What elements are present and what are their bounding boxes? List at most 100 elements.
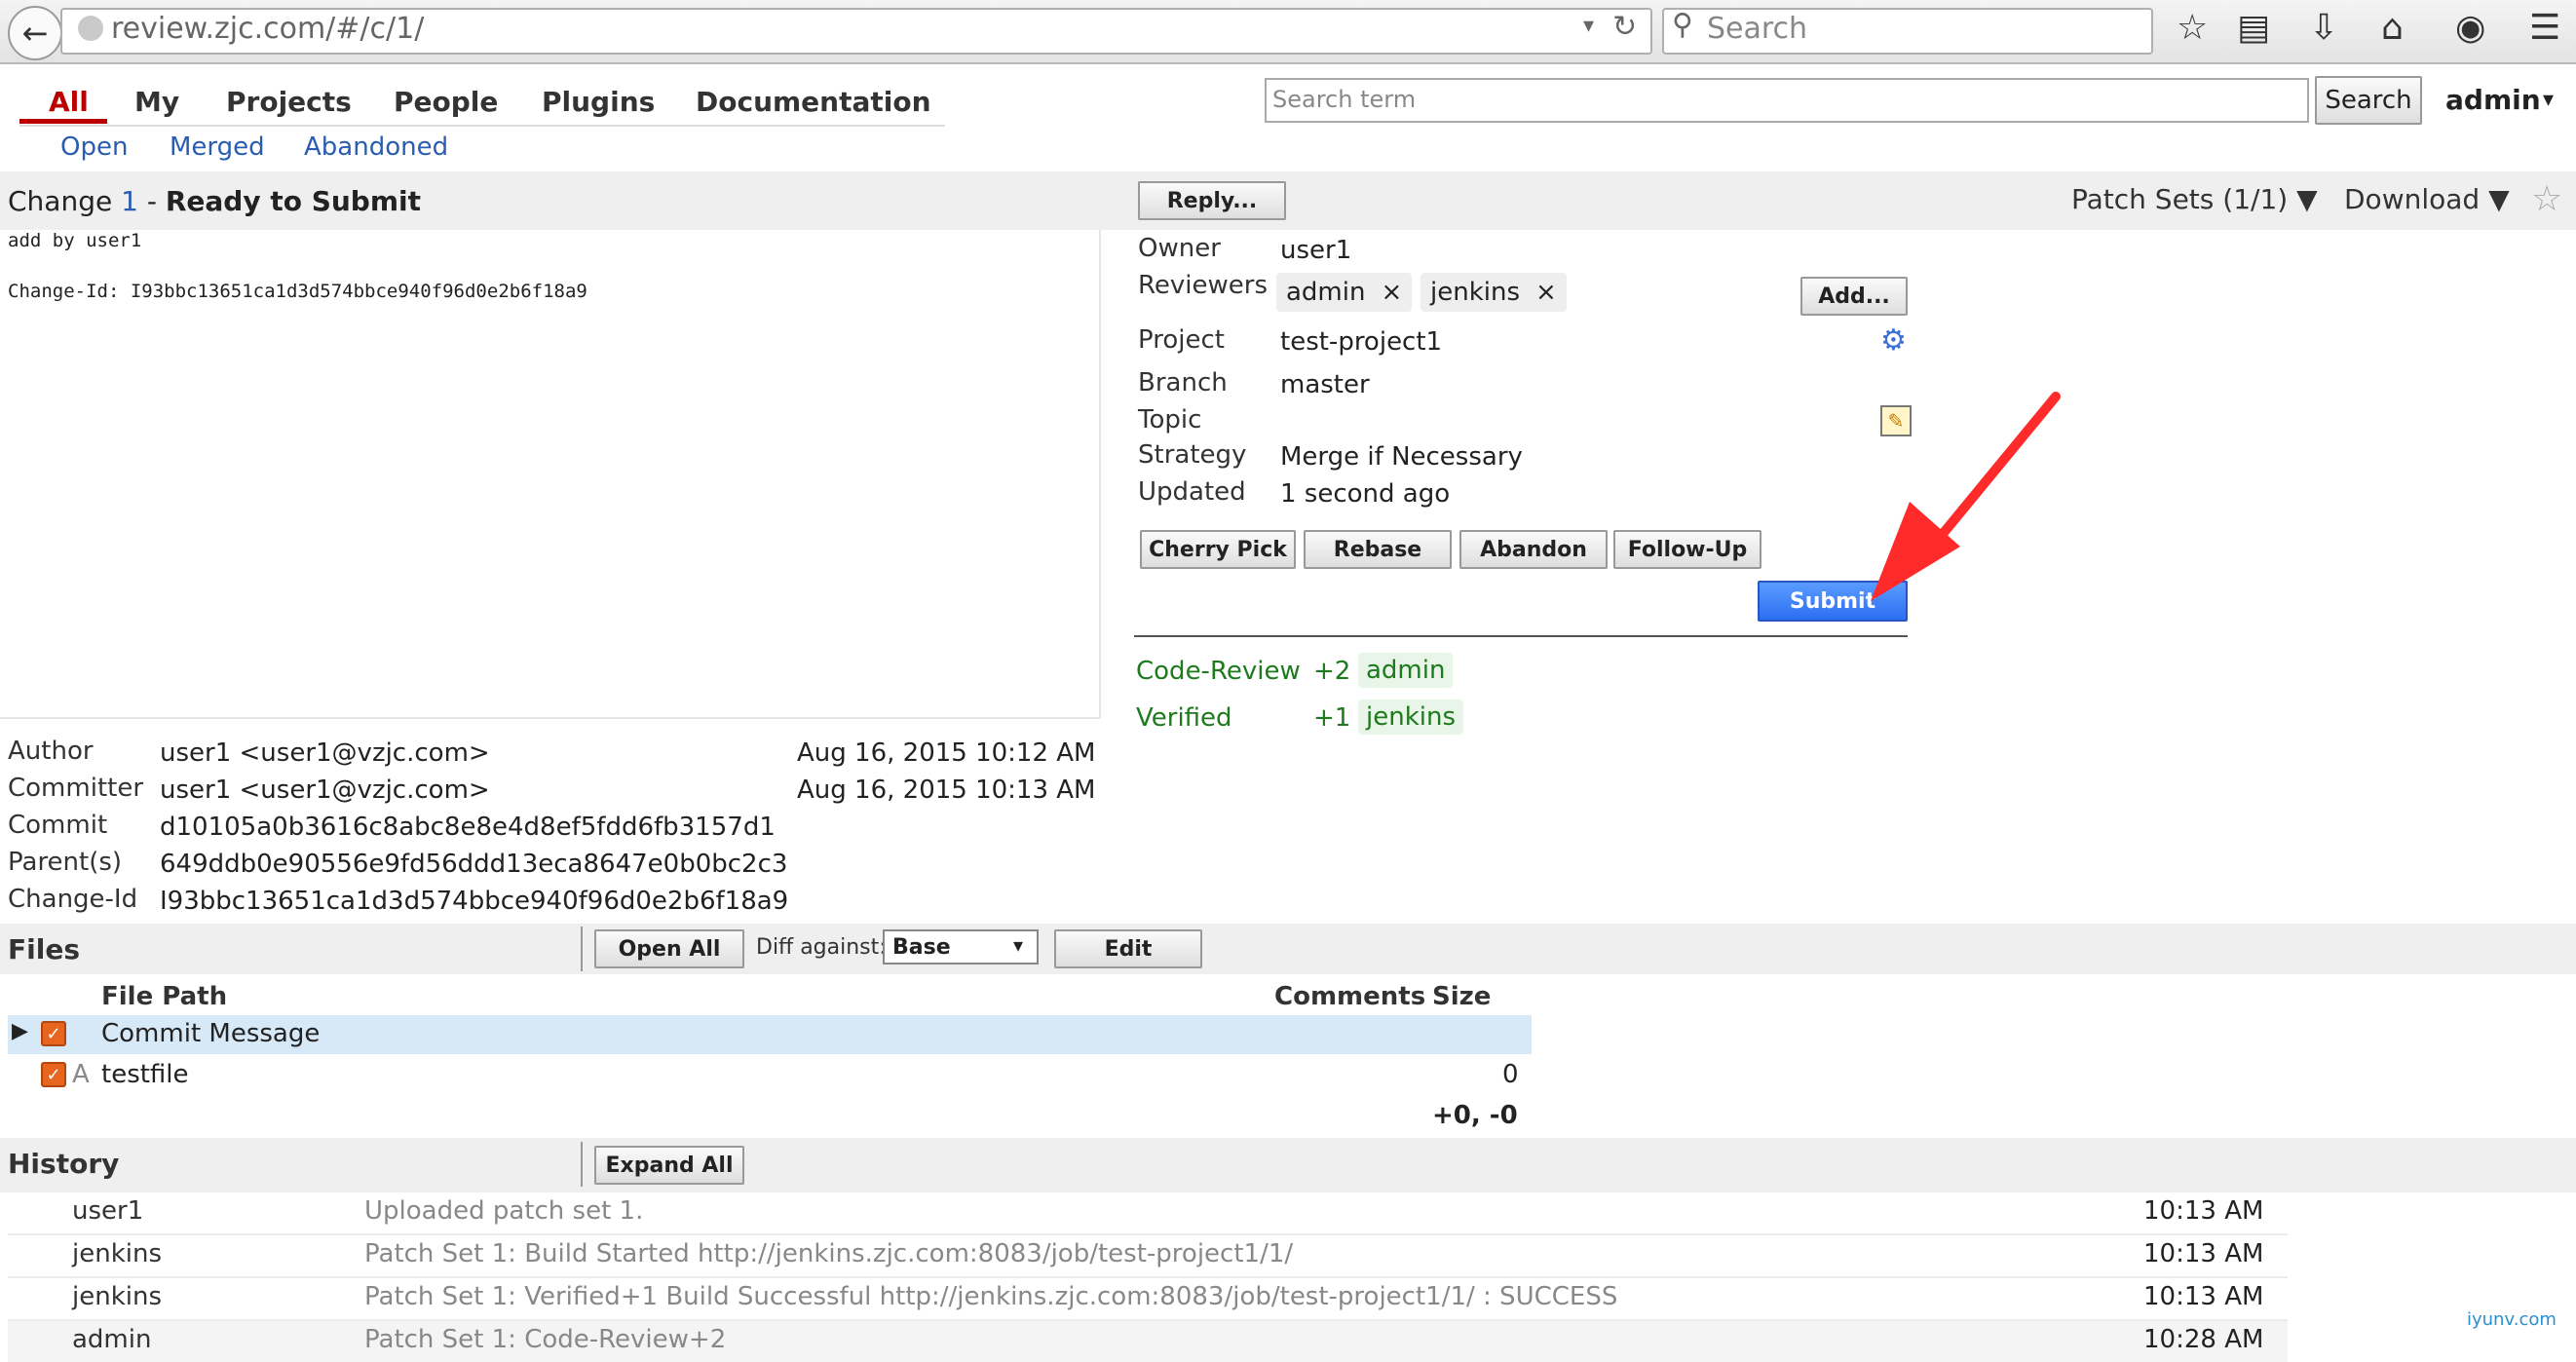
author-link[interactable]: user1 <user1@vzjc.com> [160, 738, 490, 768]
file-name[interactable]: testfile [101, 1060, 189, 1089]
file-path-header: File Path [101, 982, 228, 1011]
file-size: 0 [1502, 1060, 1519, 1089]
reviewer-name: jenkins [1430, 278, 1521, 307]
annotation-arrow-icon [1871, 392, 2061, 601]
change-title-separator: - [137, 185, 166, 217]
cherry-pick-button[interactable]: Cherry Pick [1140, 530, 1296, 569]
menu-divider [19, 125, 945, 127]
expand-all-button[interactable]: Expand All [594, 1146, 744, 1185]
user-menu-caret-icon[interactable]: ▾ [2543, 88, 2554, 112]
user-menu[interactable]: admin [2445, 84, 2541, 116]
parent-hash: 649ddb0e90556e9fd56ddd13eca8647e0b0bc2c3 [160, 850, 788, 879]
follow-up-button[interactable]: Follow-Up [1613, 530, 1762, 569]
menu-plugins[interactable]: Plugins [542, 86, 655, 118]
commit-message-subject: add by user1 [8, 230, 142, 251]
submenu-open[interactable]: Open [60, 132, 128, 162]
size-header: Size [1432, 982, 1492, 1011]
history-author: user1 [72, 1196, 144, 1226]
patch-sets-menu[interactable]: Patch Sets (1/1) ▼ [2071, 183, 2318, 215]
reviewed-checkbox[interactable]: ✓ [41, 1021, 66, 1046]
menu-documentation[interactable]: Documentation [696, 86, 931, 118]
reviewer-chip-admin: admin × [1276, 273, 1413, 312]
project-link[interactable]: test-project1 [1280, 327, 1442, 357]
star-bookmark-icon[interactable]: ☆ [2177, 8, 2208, 48]
history-message: Patch Set 1: Build Started http://jenkin… [364, 1239, 1294, 1268]
history-row[interactable]: jenkins Patch Set 1: Verified+1 Build Su… [8, 1278, 2288, 1321]
change-label: Change [8, 185, 113, 217]
commit-label: Commit [8, 811, 108, 840]
chat-icon[interactable]: ◉ [2455, 8, 2485, 48]
history-separator [581, 1142, 583, 1187]
file-name[interactable]: Commit Message [101, 1019, 320, 1048]
reviewers-label: Reviewers [1138, 271, 1268, 300]
reload-icon[interactable]: ↻ [1612, 10, 1637, 44]
reviewer-chip-jenkins: jenkins × [1421, 273, 1567, 312]
reply-button[interactable]: Reply... [1138, 181, 1286, 220]
history-title: History [8, 1148, 120, 1180]
history-row[interactable]: admin Patch Set 1: Code-Review+2 10:28 A… [8, 1321, 2288, 1362]
download-arrow-icon[interactable]: ⇩ [2309, 8, 2338, 48]
change-id-label: Change-Id [8, 885, 138, 914]
hamburger-menu-icon[interactable]: ☰ [2529, 8, 2560, 48]
menu-people[interactable]: People [394, 86, 498, 118]
remove-reviewer-icon[interactable]: × [1381, 278, 1402, 307]
browser-search-placeholder[interactable]: Search [1707, 12, 1807, 46]
star-icon[interactable]: ☆ [2531, 179, 2562, 219]
history-row[interactable]: jenkins Patch Set 1: Build Started http:… [8, 1235, 2288, 1278]
commit-message-change-id: Change-Id: I93bbc13651ca1d3d574bbce940f9… [8, 281, 587, 302]
search-button[interactable]: Search [2315, 76, 2422, 125]
change-title: Change 1 - Ready to Submit [8, 185, 421, 217]
open-all-button[interactable]: Open All [594, 929, 744, 968]
submenu-merged[interactable]: Merged [170, 132, 265, 162]
history-header-bar [0, 1138, 2576, 1192]
home-icon[interactable]: ⌂ [2381, 8, 2404, 48]
file-status: A [72, 1060, 90, 1089]
change-id-value: I93bbc13651ca1d3d574bbce940f96d0e2b6f18a… [160, 887, 789, 916]
owner-link[interactable]: user1 [1280, 236, 1351, 265]
parents-label: Parent(s) [8, 848, 123, 877]
code-review-voter: admin [1358, 653, 1454, 688]
active-menu-underline [19, 119, 107, 124]
edit-button[interactable]: Edit [1054, 929, 1202, 968]
history-author: jenkins [72, 1282, 163, 1311]
submenu-abandoned[interactable]: Abandoned [304, 132, 448, 162]
verified-label: Verified [1136, 703, 1232, 733]
reviewed-checkbox[interactable]: ✓ [41, 1062, 66, 1087]
history-author: jenkins [72, 1239, 163, 1268]
globe-icon [78, 16, 103, 41]
download-menu[interactable]: Download ▼ [2344, 183, 2510, 215]
abandon-button[interactable]: Abandon [1459, 530, 1608, 569]
history-time: 10:28 AM [2143, 1325, 2264, 1354]
rebase-button[interactable]: Rebase [1304, 530, 1452, 569]
commit-hash: d10105a0b3616c8abc8e8e4d8ef5fdd6fb3157d1 [160, 813, 776, 842]
change-number-link[interactable]: 1 [121, 185, 138, 217]
remove-reviewer-icon[interactable]: × [1535, 278, 1557, 307]
strategy-label: Strategy [1138, 440, 1247, 470]
branch-label: Branch [1138, 368, 1228, 397]
back-arrow-icon[interactable]: ← [8, 6, 62, 60]
history-author: admin [72, 1325, 152, 1354]
code-review-label: Code-Review [1136, 657, 1301, 686]
topic-label: Topic [1138, 405, 1202, 435]
history-message: Patch Set 1: Verified+1 Build Successful… [364, 1282, 1618, 1311]
url-dropdown-icon[interactable]: ▾ [1583, 14, 1594, 38]
chevron-down-icon[interactable]: ▾ [1013, 933, 1023, 957]
search-icon: ⚲ [1672, 8, 1693, 42]
history-message: Uploaded patch set 1. [364, 1196, 644, 1226]
committer-label: Committer [8, 774, 144, 803]
committer-link[interactable]: user1 <user1@vzjc.com> [160, 776, 490, 805]
history-row[interactable]: user1 Uploaded patch set 1. 10:13 AM [8, 1192, 2288, 1235]
add-reviewer-button[interactable]: Add... [1800, 277, 1908, 316]
comments-header: Comments [1274, 982, 1426, 1011]
clipboard-icon[interactable]: ▤ [2237, 8, 2270, 48]
url-text[interactable]: review.zjc.com/#/c/1/ [111, 12, 424, 46]
search-term-input[interactable] [1265, 78, 2309, 123]
menu-projects[interactable]: Projects [226, 86, 352, 118]
menu-my[interactable]: My [134, 86, 179, 118]
author-date: Aug 16, 2015 10:12 AM [797, 738, 1096, 768]
history-time: 10:13 AM [2143, 1282, 2264, 1311]
branch-link[interactable]: master [1280, 370, 1370, 399]
gear-icon[interactable]: ⚙ [1880, 323, 1907, 358]
watermark-logo: iyunv.com [2467, 1309, 2557, 1330]
menu-all[interactable]: All [49, 86, 89, 118]
